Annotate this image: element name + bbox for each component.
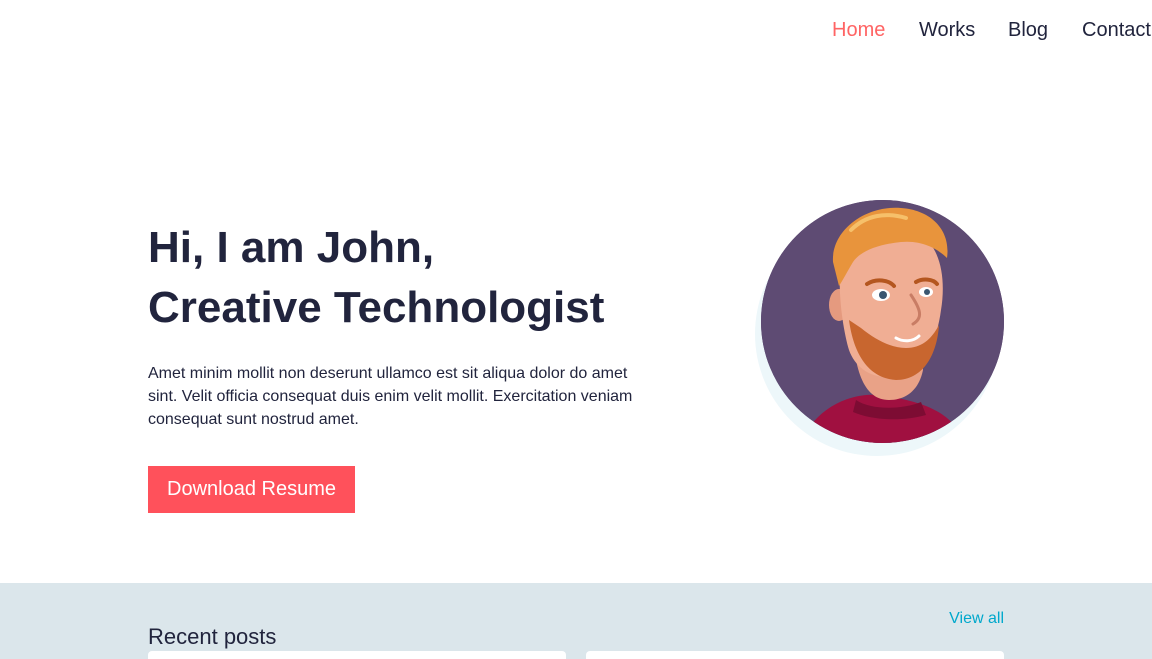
download-resume-button[interactable]: Download Resume — [148, 466, 355, 513]
main-nav: Home Works Blog Contact — [0, 0, 1152, 60]
nav-home-link[interactable]: Home — [832, 18, 885, 42]
hero-description: Amet minim mollit non deserunt ullamco e… — [148, 365, 633, 428]
recent-posts-section: Recent posts View all — [0, 583, 1152, 659]
recent-posts-title: Recent posts — [148, 624, 277, 650]
hero-title: Hi, I am John, Creative Technologist — [148, 218, 708, 338]
view-all-link[interactable]: View all — [949, 609, 1004, 629]
hero-title-line-1: Hi, I am John, — [148, 223, 435, 272]
hero-title-line-2: Creative Technologist — [148, 283, 605, 332]
nav-works-link[interactable]: Works — [919, 18, 975, 42]
nav-blog-link[interactable]: Blog — [1008, 18, 1048, 42]
nav-contact-link[interactable]: Contact — [1082, 18, 1151, 42]
post-card[interactable] — [586, 651, 1004, 659]
avatar — [761, 200, 1004, 443]
portrait-illustration-icon — [761, 200, 1004, 443]
post-card[interactable] — [148, 651, 566, 659]
